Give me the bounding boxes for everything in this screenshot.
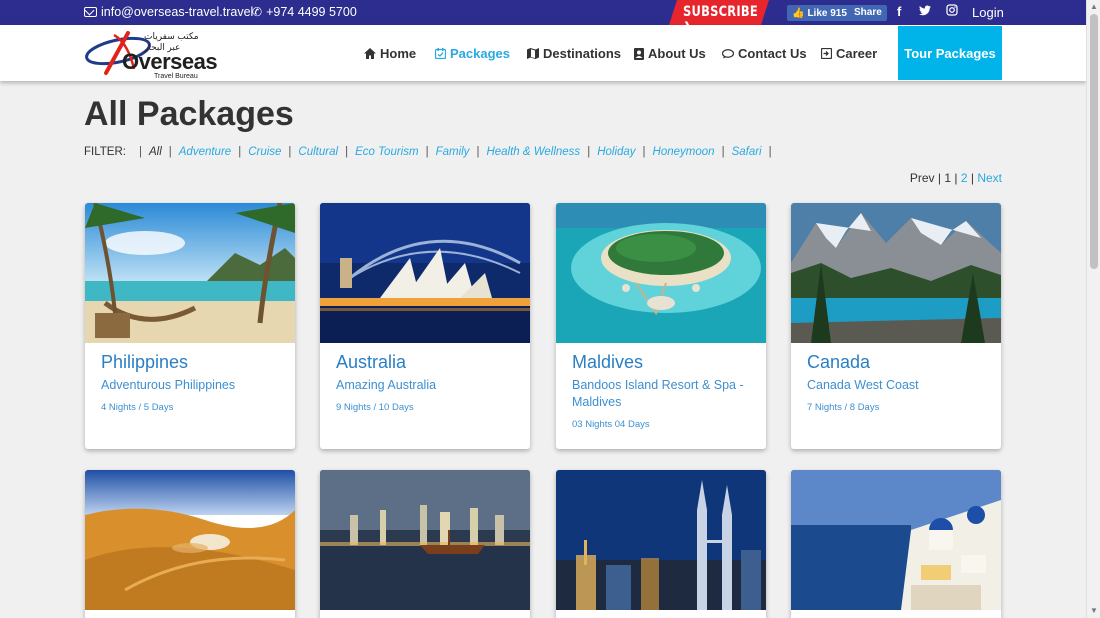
- package-card[interactable]: [320, 470, 530, 618]
- calendar-icon: [435, 48, 446, 59]
- envelope-icon: [84, 7, 97, 17]
- subscribe-button[interactable]: SUBSCRIBE ❯: [669, 0, 769, 36]
- package-image-australia[interactable]: [320, 203, 530, 343]
- nav-career[interactable]: Career: [821, 46, 877, 61]
- phone-icon: ✆: [252, 5, 263, 19]
- main-navbar: مكتب سفريات عبر البحار Overseas Travel B…: [0, 25, 1086, 81]
- user-badge-icon: [634, 47, 644, 60]
- overseas-logo[interactable]: مكتب سفريات عبر البحار Overseas Travel B…: [84, 29, 218, 80]
- package-duration: 4 Nights / 5 Days: [101, 402, 174, 413]
- scroll-up-icon[interactable]: ▲: [1090, 2, 1098, 11]
- filter-cultural[interactable]: Cultural: [298, 146, 338, 158]
- filter-holiday[interactable]: Holiday: [597, 146, 635, 158]
- destination-title[interactable]: Canada: [807, 352, 985, 373]
- package-image-philippines[interactable]: [85, 203, 295, 343]
- pagination: Prev | 1 | 2 | Next: [909, 171, 1002, 185]
- logo-name: Overseas: [122, 49, 218, 74]
- tour-packages-button[interactable]: Tour Packages: [898, 26, 1002, 80]
- page-title: All Packages: [84, 95, 294, 133]
- chat-icon: [722, 48, 734, 58]
- pagination-next[interactable]: Next: [977, 171, 1002, 185]
- package-card[interactable]: Australia Amazing Australia 9 Nights / 1…: [320, 203, 530, 449]
- scroll-down-icon[interactable]: ▼: [1090, 606, 1098, 615]
- filter-safari[interactable]: Safari: [732, 146, 762, 158]
- twitter-icon[interactable]: [919, 4, 931, 19]
- package-card[interactable]: [556, 470, 766, 618]
- destination-title[interactable]: Australia: [336, 352, 514, 373]
- nav-destinations[interactable]: Destinations: [527, 46, 621, 61]
- package-name[interactable]: Amazing Australia: [336, 377, 514, 394]
- filter-bar: FILTER: | All | Adventure | Cruise | Cul…: [84, 146, 772, 158]
- package-duration: 7 Nights / 8 Days: [807, 402, 880, 413]
- pagination-page-2[interactable]: 2: [961, 171, 968, 185]
- thumbs-up-icon: 👍: [792, 7, 805, 19]
- email-link[interactable]: info@overseas-travel.travel: [84, 5, 253, 19]
- scroll-thumb[interactable]: [1090, 14, 1098, 269]
- destination-title[interactable]: Maldives: [572, 352, 750, 373]
- login-link[interactable]: Login: [972, 5, 1004, 20]
- logo-subtitle: Travel Bureau: [154, 73, 198, 80]
- home-icon: [364, 48, 376, 59]
- facebook-icon[interactable]: f: [897, 4, 901, 19]
- destination-title[interactable]: Philippines: [101, 352, 279, 373]
- subscribe-label: SUBSCRIBE: [683, 4, 758, 20]
- map-icon: [527, 48, 539, 59]
- filter-health-wellness[interactable]: Health & Wellness: [486, 146, 580, 158]
- pagination-page-1[interactable]: 1: [944, 171, 951, 185]
- package-image-doha[interactable]: [320, 470, 530, 610]
- filter-adventure[interactable]: Adventure: [179, 146, 231, 158]
- phone-link[interactable]: ✆ +974 4499 5700: [252, 5, 357, 19]
- package-card[interactable]: Philippines Adventurous Philippines 4 Ni…: [85, 203, 295, 449]
- like-count: Like 915: [807, 7, 847, 19]
- signin-icon: [821, 48, 832, 59]
- package-card[interactable]: [791, 470, 1001, 618]
- package-name[interactable]: Adventurous Philippines: [101, 377, 279, 394]
- package-name[interactable]: Bandoos Island Resort & Spa - Maldives: [572, 377, 750, 411]
- package-card[interactable]: Maldives Bandoos Island Resort & Spa - M…: [556, 203, 766, 449]
- page-scrollbar[interactable]: ▲ ▼: [1086, 0, 1100, 618]
- pagination-prev[interactable]: Prev: [910, 171, 935, 185]
- package-duration: 03 Nights 04 Days: [572, 419, 650, 430]
- top-bar: info@overseas-travel.travel ✆ +974 4499 …: [0, 0, 1086, 36]
- filter-all[interactable]: All: [149, 146, 162, 158]
- package-name[interactable]: Canada West Coast: [807, 377, 985, 394]
- package-image-canada[interactable]: [791, 203, 1001, 343]
- facebook-like-button[interactable]: 👍 Like 915: [787, 5, 852, 21]
- nav-about-us[interactable]: About Us: [634, 46, 706, 61]
- package-image-kuala-lumpur[interactable]: [556, 470, 766, 610]
- package-image-maldives[interactable]: [556, 203, 766, 343]
- package-card[interactable]: Canada Canada West Coast 7 Nights / 8 Da…: [791, 203, 1001, 449]
- phone-text: +974 4499 5700: [266, 5, 357, 19]
- email-text: info@overseas-travel.travel: [101, 5, 254, 19]
- package-card[interactable]: [85, 470, 295, 618]
- package-duration: 9 Nights / 10 Days: [336, 402, 414, 413]
- instagram-icon[interactable]: [946, 4, 958, 19]
- nav-packages[interactable]: Packages: [435, 46, 510, 61]
- facebook-share-button[interactable]: Share: [849, 5, 887, 21]
- filter-label: FILTER:: [84, 146, 126, 158]
- filter-eco-tourism[interactable]: Eco Tourism: [355, 146, 419, 158]
- package-image-desert[interactable]: [85, 470, 295, 610]
- filter-cruise[interactable]: Cruise: [248, 146, 281, 158]
- nav-contact-us[interactable]: Contact Us: [722, 46, 807, 61]
- nav-home[interactable]: Home: [364, 46, 416, 61]
- package-image-santorini[interactable]: [791, 470, 1001, 610]
- filter-family[interactable]: Family: [436, 146, 470, 158]
- filter-honeymoon[interactable]: Honeymoon: [653, 146, 715, 158]
